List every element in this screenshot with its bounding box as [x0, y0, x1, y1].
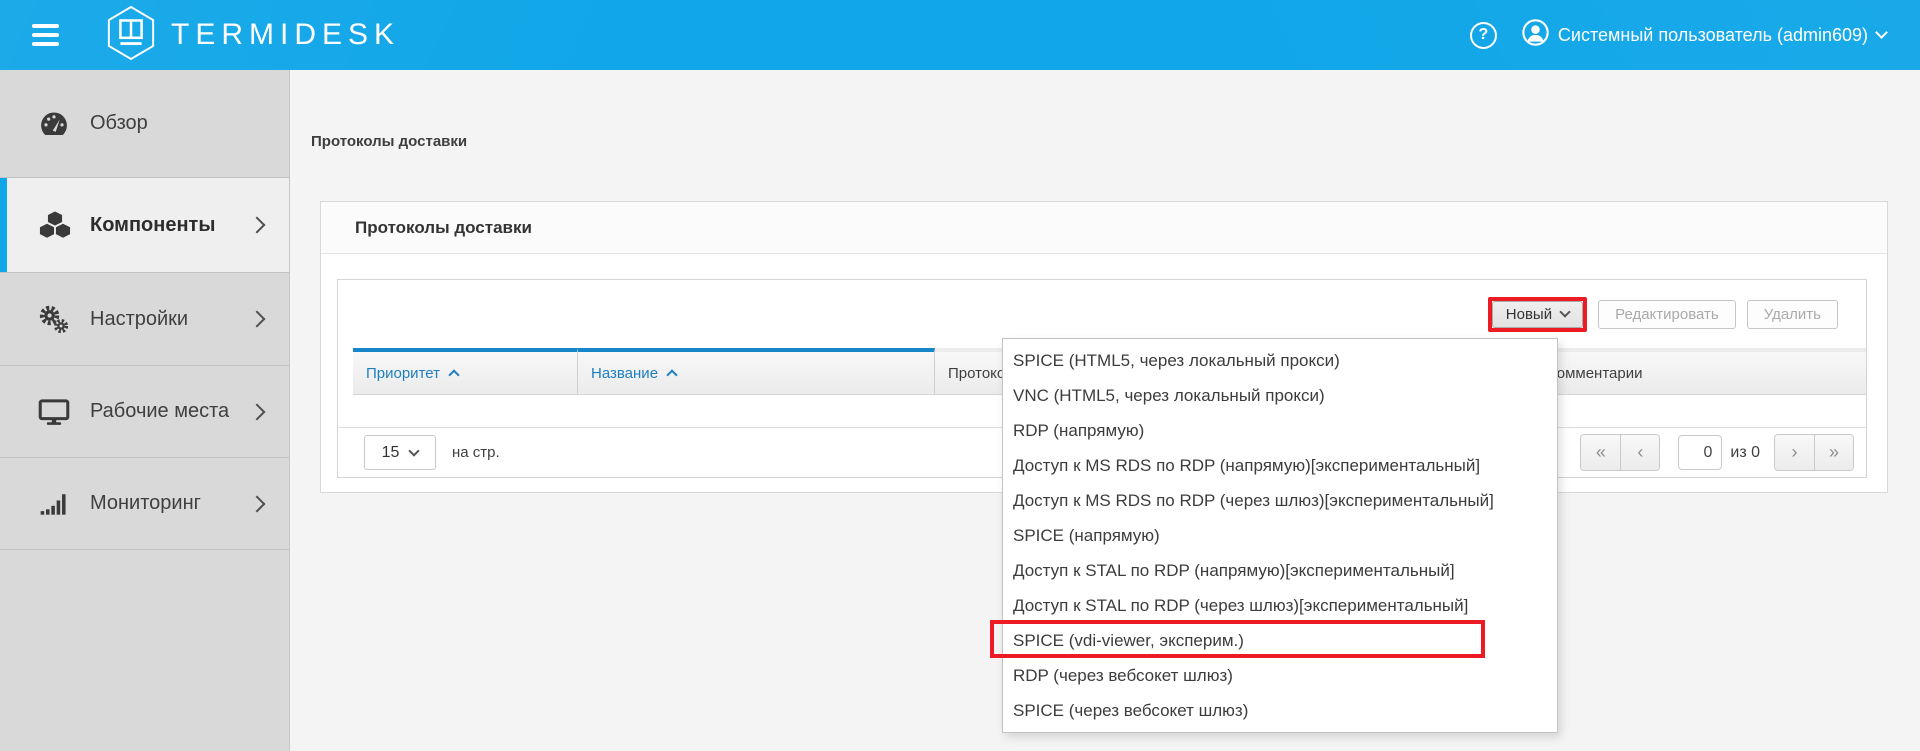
column-header-priority[interactable]: Приоритет [353, 348, 578, 395]
page-total-label: из 0 [1730, 444, 1760, 462]
last-page-button[interactable]: » [1814, 435, 1853, 470]
dropdown-item[interactable]: SPICE (HTML5, через локальный прокси) [1003, 343, 1557, 378]
sidebar-item-overview[interactable]: Обзор [0, 70, 289, 178]
header-left: TERMIDESK [32, 0, 400, 70]
page-number-input[interactable] [1678, 435, 1722, 470]
brand-logo-icon [105, 5, 157, 66]
dropdown-item[interactable]: Доступ к STAL по RDP (через шлюз)[экспер… [1003, 588, 1557, 623]
annotation-highlight-new-button: Новый [1488, 297, 1587, 332]
user-avatar-icon [1522, 19, 1549, 51]
new-protocol-dropdown: SPICE (HTML5, через локальный прокси) VN… [1002, 338, 1558, 733]
panel-header: Протоколы доставки [321, 202, 1887, 254]
user-menu[interactable]: Системный пользователь (admin609) [1522, 19, 1886, 51]
gauge-icon [38, 109, 72, 139]
page-size-select[interactable]: 15 [364, 435, 436, 470]
delete-button[interactable]: Удалить [1747, 300, 1838, 329]
dropdown-item[interactable]: RDP (через вебсокет шлюз) [1003, 658, 1557, 693]
chevron-down-icon [409, 445, 420, 456]
per-page-label: на стр. [452, 444, 500, 461]
chevron-right-icon [249, 217, 266, 234]
user-name: Системный пользователь (admin609) [1558, 25, 1868, 46]
sidebar-item-settings[interactable]: Настройки [0, 273, 289, 366]
new-button[interactable]: Новый [1492, 301, 1583, 328]
brand-wordmark: TERMIDESK [171, 18, 400, 52]
dropdown-item[interactable]: Доступ к MS RDS по RDP (напрямую)[экспер… [1003, 448, 1557, 483]
first-page-button[interactable]: « [1581, 435, 1620, 470]
header-right: ? Системный пользователь (admin609) [1470, 0, 1886, 70]
column-header-comments[interactable]: Комментарии [1535, 348, 1866, 395]
brand[interactable]: TERMIDESK [105, 5, 400, 66]
cubes-icon [38, 210, 72, 240]
app-header: TERMIDESK ? Системный пользователь (admi… [0, 0, 1920, 70]
help-icon[interactable]: ? [1470, 22, 1497, 49]
pagination: « ‹ из 0 › » [1580, 434, 1854, 471]
menu-icon[interactable] [32, 24, 59, 46]
dropdown-item[interactable]: VNC (HTML5, через локальный прокси) [1003, 378, 1557, 413]
sidebar-item-components[interactable]: Компоненты [0, 178, 289, 273]
sidebar-item-label: Рабочие места [90, 400, 251, 423]
sort-asc-icon [448, 369, 459, 380]
dropdown-item[interactable]: SPICE (напрямую) [1003, 518, 1557, 553]
chevron-right-icon [249, 403, 266, 420]
sidebar-item-label: Компоненты [90, 214, 251, 237]
monitor-icon [38, 397, 72, 427]
sidebar-item-label: Настройки [90, 308, 251, 331]
sidebar: Обзор Компоненты Настройки [0, 70, 290, 751]
edit-button[interactable]: Редактировать [1598, 300, 1736, 329]
chart-bars-icon [38, 489, 72, 519]
dropdown-item[interactable]: Доступ к STAL по RDP (напрямую)[эксперим… [1003, 553, 1557, 588]
chevron-right-icon [249, 495, 266, 512]
dropdown-item-highlighted[interactable]: SPICE (vdi-viewer, эксперим.) [1003, 623, 1557, 658]
prev-page-button[interactable]: ‹ [1620, 435, 1659, 470]
panel-title: Протоколы доставки [355, 218, 532, 238]
gears-icon [38, 304, 72, 334]
sort-asc-icon [666, 369, 677, 380]
chevron-down-icon [1875, 26, 1888, 39]
column-header-name[interactable]: Название [578, 348, 935, 395]
chevron-right-icon [249, 311, 266, 328]
dropdown-item[interactable]: Доступ к MS RDS по RDP (через шлюз)[эксп… [1003, 483, 1557, 518]
next-page-button[interactable]: › [1775, 435, 1814, 470]
dropdown-item[interactable]: RDP (напрямую) [1003, 413, 1557, 448]
sidebar-item-label: Обзор [90, 112, 289, 135]
breadcrumb: Протоколы доставки [311, 133, 467, 150]
dropdown-item[interactable]: SPICE (через вебсокет шлюз) [1003, 693, 1557, 728]
sidebar-item-workplaces[interactable]: Рабочие места [0, 366, 289, 458]
sidebar-item-label: Мониторинг [90, 492, 251, 515]
chevron-down-icon [1559, 306, 1570, 317]
sidebar-item-monitoring[interactable]: Мониторинг [0, 458, 289, 550]
